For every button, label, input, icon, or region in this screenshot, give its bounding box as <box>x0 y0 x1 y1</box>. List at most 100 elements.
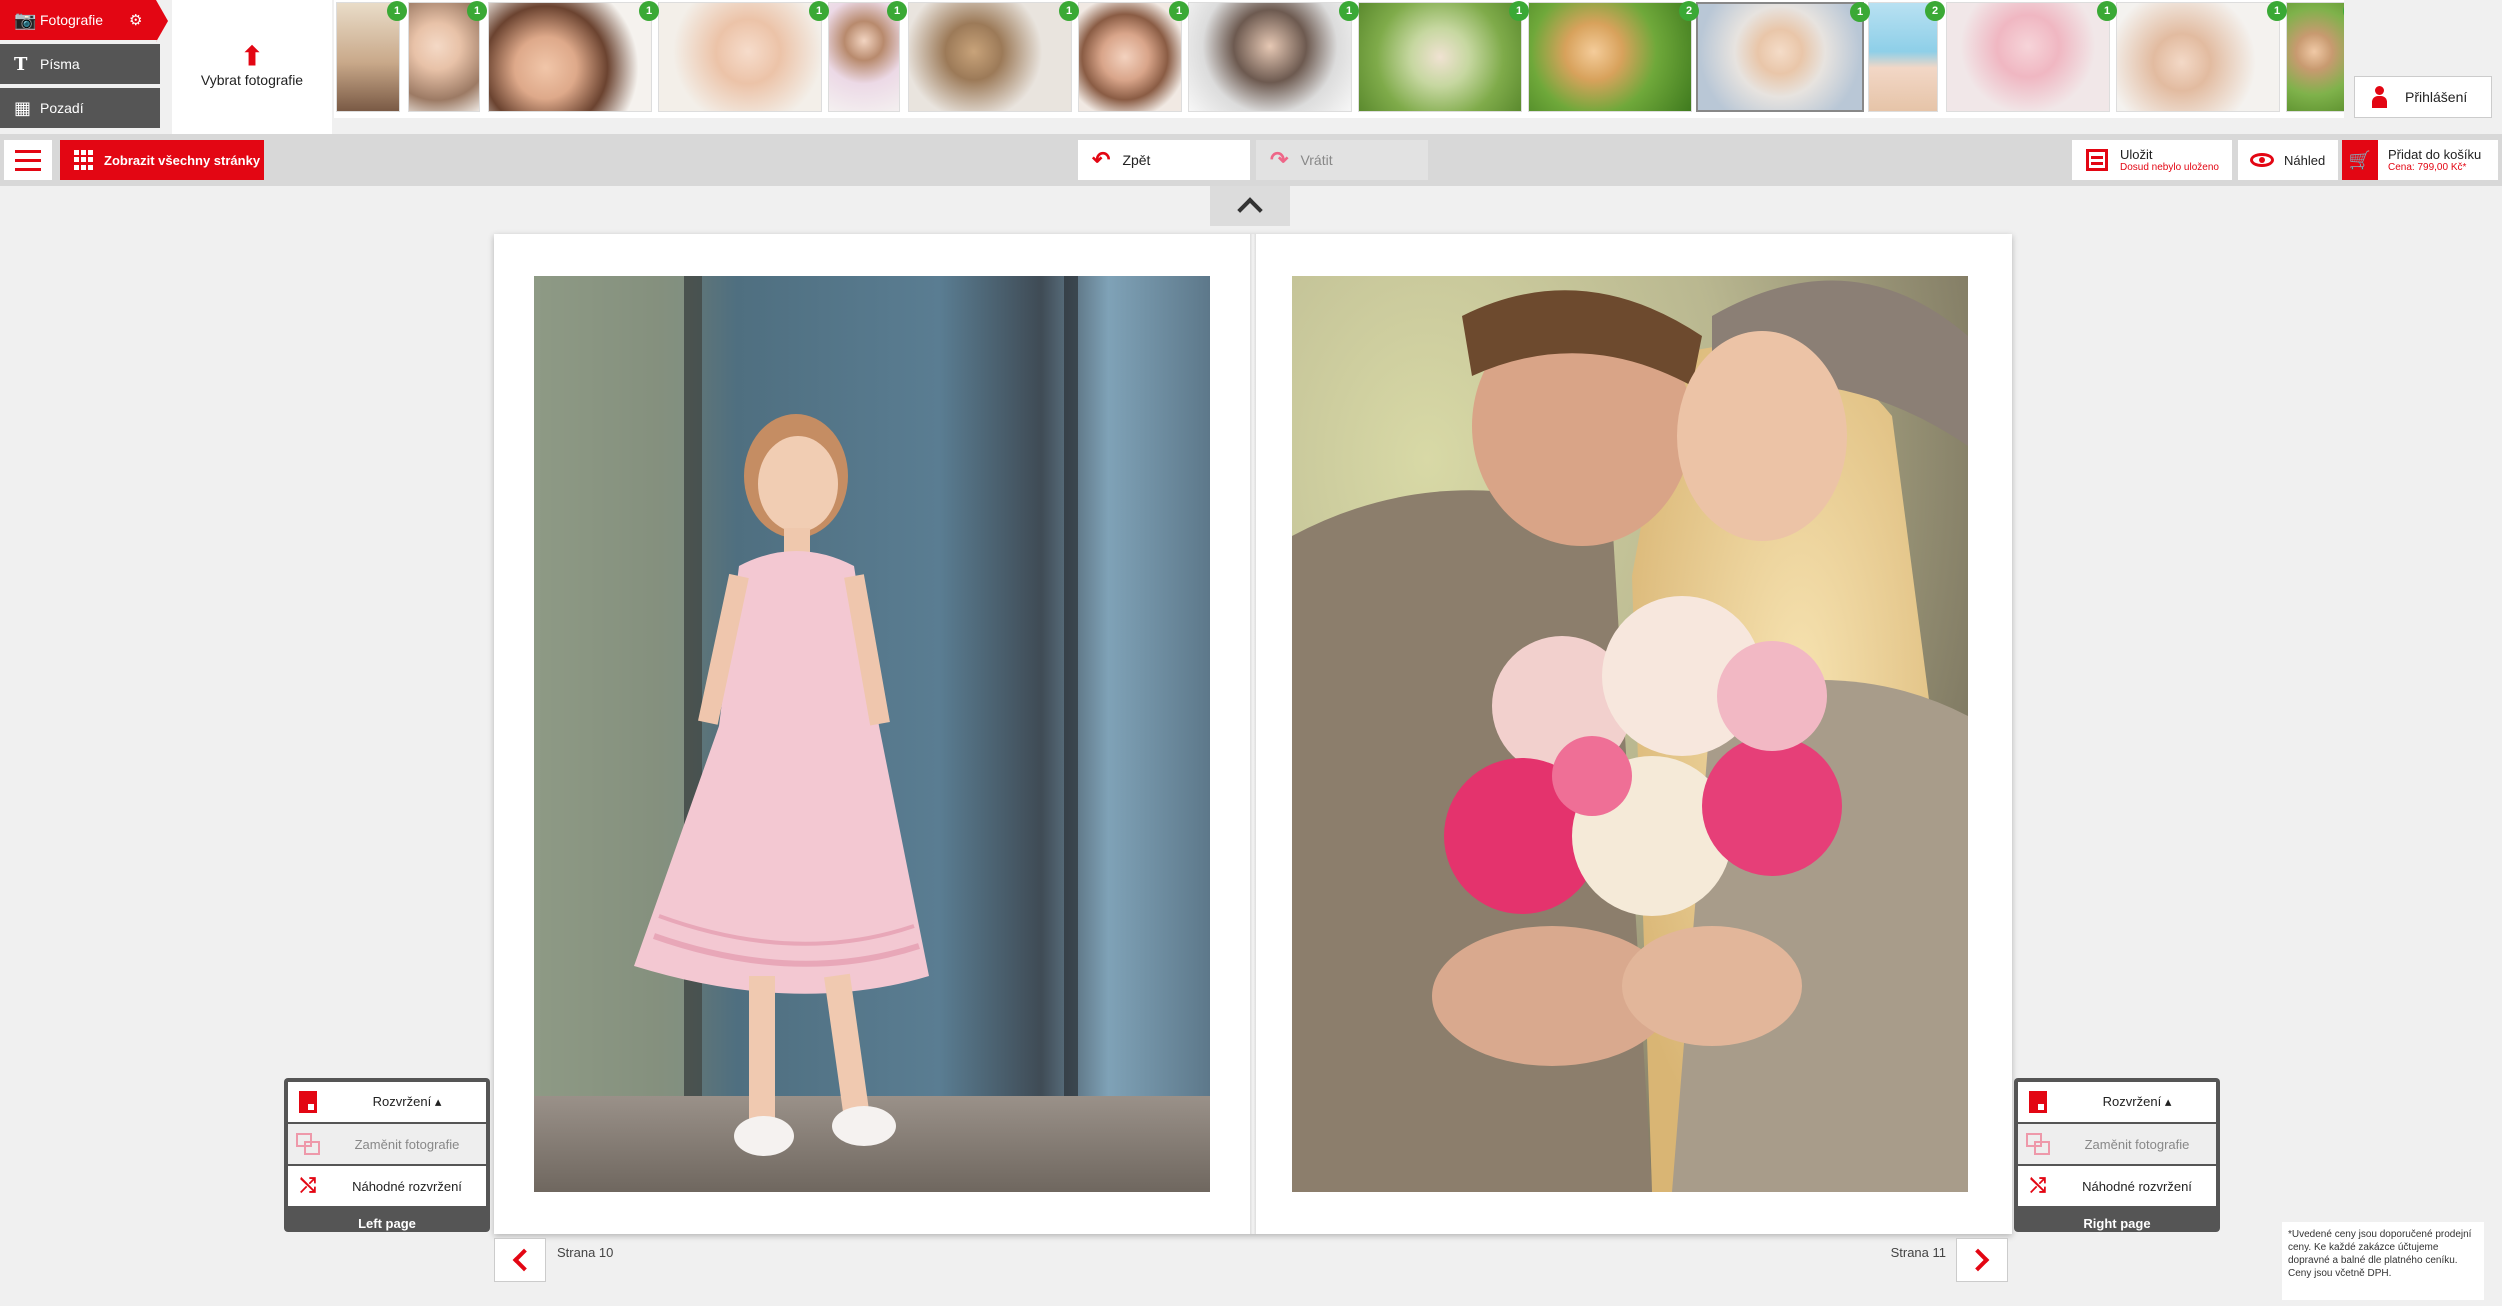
usage-count-badge: 1 <box>2267 1 2287 21</box>
next-page-button[interactable] <box>1956 1238 2008 1282</box>
sidebar-item-fonts[interactable]: T Písma <box>0 44 160 86</box>
swap-icon <box>2026 1133 2050 1155</box>
save-label: Uložit <box>2120 147 2153 162</box>
top-area: 📷 Fotografie ⚙ T Písma ▦ Pozadí ⬆ Vybrat… <box>0 0 2502 134</box>
layout-label: Rozvržení <box>2102 1094 2162 1109</box>
gallery-thumb[interactable]: 1 <box>658 1 829 112</box>
gallery-thumb[interactable]: 1 <box>828 1 907 112</box>
gallery-thumb[interactable]: 1 <box>1188 1 1359 112</box>
gallery-thumb-selected[interactable]: 1 <box>1696 2 1870 112</box>
login-button[interactable]: Přihlášení <box>2354 76 2492 118</box>
usage-count-badge: 1 <box>1169 1 1189 21</box>
price-label: Cena: 799,00 Kč* <box>2388 162 2467 173</box>
hamburger-icon <box>15 158 41 162</box>
tool-sidebar: 📷 Fotografie ⚙ T Písma ▦ Pozadí <box>0 0 170 134</box>
previous-page-button[interactable] <box>494 1238 546 1282</box>
save-icon <box>2086 149 2108 171</box>
undo-icon: ↶ <box>1092 147 1111 172</box>
gallery-thumb[interactable]: 1 <box>408 1 487 112</box>
usage-count-badge: 1 <box>1509 1 1529 21</box>
upload-photos-button[interactable]: ⬆ Vybrat fotografie <box>172 0 332 134</box>
gallery-thumb[interactable]: 1 <box>488 1 659 112</box>
chevron-up-icon <box>1237 197 1263 223</box>
price-footnote: *Uvedené ceny jsou doporučené prodejní c… <box>2282 1222 2484 1300</box>
show-all-pages-label: Zobrazit všechny stránky <box>104 152 261 168</box>
sidebar-item-background[interactable]: ▦ Pozadí <box>0 88 160 130</box>
camera-icon: 📷 <box>14 9 37 31</box>
layout-icon <box>299 1091 317 1113</box>
right-page-panel: Rozvržení ▴ Zaměnit fotografie ⤭ Náhodné… <box>2014 1078 2220 1232</box>
font-icon: T <box>14 53 28 75</box>
photo-gallery-strip[interactable]: 1 1 1 1 1 1 1 1 1 2 1 2 1 1 1 <box>334 0 2344 118</box>
undo-button[interactable]: ↶ Zpět <box>1078 140 1250 180</box>
gallery-thumb[interactable]: 1 <box>2286 1 2344 112</box>
redo-button[interactable]: ↷ Vrátit <box>1256 140 1428 180</box>
usage-count-badge: 1 <box>809 1 829 21</box>
couple-with-flowers-photo <box>1292 276 1968 1192</box>
caret-up-icon: ▴ <box>2164 1094 2172 1109</box>
chevron-right-icon <box>1966 1248 1990 1272</box>
gallery-thumb[interactable]: 1 <box>1358 1 1529 112</box>
redo-label: Vrátit <box>1300 152 1333 168</box>
left-random-layout-button[interactable]: ⤭ Náhodné rozvržení <box>288 1166 486 1206</box>
left-page-panel: Rozvržení ▴ Zaměnit fotografie ⤭ Náhodné… <box>284 1078 490 1232</box>
gallery-thumb[interactable]: 2 <box>1868 1 1945 112</box>
caret-up-icon: ▴ <box>434 1094 442 1109</box>
left-page-title: Left page <box>358 1216 416 1231</box>
page-fold <box>1250 234 1256 1234</box>
background-icon: ▦ <box>14 97 32 119</box>
shuffle-icon: ⤭ <box>300 1174 316 1197</box>
replace-label: Zaměnit fotografie <box>354 1136 460 1152</box>
usage-count-badge: 1 <box>2097 1 2117 21</box>
right-layout-button[interactable]: Rozvržení ▴ <box>2018 1082 2216 1122</box>
usage-count-badge: 1 <box>1059 1 1079 21</box>
gallery-thumb[interactable]: 1 <box>1078 1 1189 112</box>
gallery-thumb[interactable]: 2 <box>1528 1 1699 112</box>
left-page-number: Strana 10 <box>557 1245 614 1260</box>
left-page-photo[interactable] <box>534 276 1210 1192</box>
login-label: Přihlášení <box>2405 89 2468 105</box>
right-random-layout-button[interactable]: ⤭ Náhodné rozvržení <box>2018 1166 2216 1206</box>
upload-arrow-icon: ⬆ <box>241 41 263 71</box>
main-toolbar: Zobrazit všechny stránky ↶ Zpět ↷ Vrátit… <box>0 134 2502 186</box>
add-to-cart-button[interactable]: 🛒 Přidat do košíku Cena: 799,00 Kč* <box>2342 140 2498 180</box>
menu-button[interactable] <box>4 140 52 180</box>
add-to-cart-label: Přidat do košíku <box>2388 147 2482 162</box>
right-page-photo[interactable] <box>1292 276 1968 1192</box>
sidebar-item-photos[interactable]: 📷 Fotografie ⚙ <box>0 0 168 42</box>
gallery-thumb[interactable]: 1 <box>336 1 407 112</box>
right-page-title: Right page <box>2083 1216 2151 1231</box>
usage-count-badge: 1 <box>639 1 659 21</box>
shuffle-icon: ⤭ <box>2030 1174 2046 1197</box>
right-page-number: Strana 11 <box>1890 1245 1946 1260</box>
layout-label: Rozvržení <box>372 1094 432 1109</box>
hamburger-icon <box>15 167 41 171</box>
collapse-gallery-button[interactable] <box>1210 186 1290 226</box>
right-replace-photos-button[interactable]: Zaměnit fotografie <box>2018 1124 2216 1164</box>
user-icon <box>2371 86 2387 108</box>
grid-icon <box>74 150 94 170</box>
sidebar-item-label: Písma <box>40 56 80 72</box>
usage-count-badge: 1 <box>1339 1 1359 21</box>
eye-icon <box>2250 153 2274 167</box>
preview-button[interactable]: Náhled <box>2238 140 2338 180</box>
replace-label: Zaměnit fotografie <box>2084 1136 2190 1152</box>
gear-icon[interactable]: ⚙ <box>129 11 142 29</box>
undo-label: Zpět <box>1122 152 1151 168</box>
save-button[interactable]: Uložit Dosud nebylo uloženo <box>2072 140 2232 180</box>
layout-icon <box>2029 1091 2047 1113</box>
redo-icon: ↷ <box>1270 147 1289 172</box>
hamburger-icon <box>15 149 41 153</box>
gallery-thumb[interactable]: 1 <box>2116 1 2287 112</box>
book-spread <box>494 234 2012 1234</box>
gallery-thumb[interactable]: 1 <box>908 1 1079 112</box>
swap-icon <box>296 1133 320 1155</box>
sidebar-item-label: Pozadí <box>40 100 84 116</box>
left-layout-button[interactable]: Rozvržení ▴ <box>288 1082 486 1122</box>
left-replace-photos-button[interactable]: Zaměnit fotografie <box>288 1124 486 1164</box>
gallery-thumb[interactable]: 1 <box>1946 1 2117 112</box>
show-all-pages-button[interactable]: Zobrazit všechny stránky <box>60 140 264 180</box>
usage-count-badge: 1 <box>387 1 407 21</box>
sidebar-item-label: Fotografie <box>40 12 104 28</box>
usage-count-badge: 2 <box>1679 1 1699 21</box>
